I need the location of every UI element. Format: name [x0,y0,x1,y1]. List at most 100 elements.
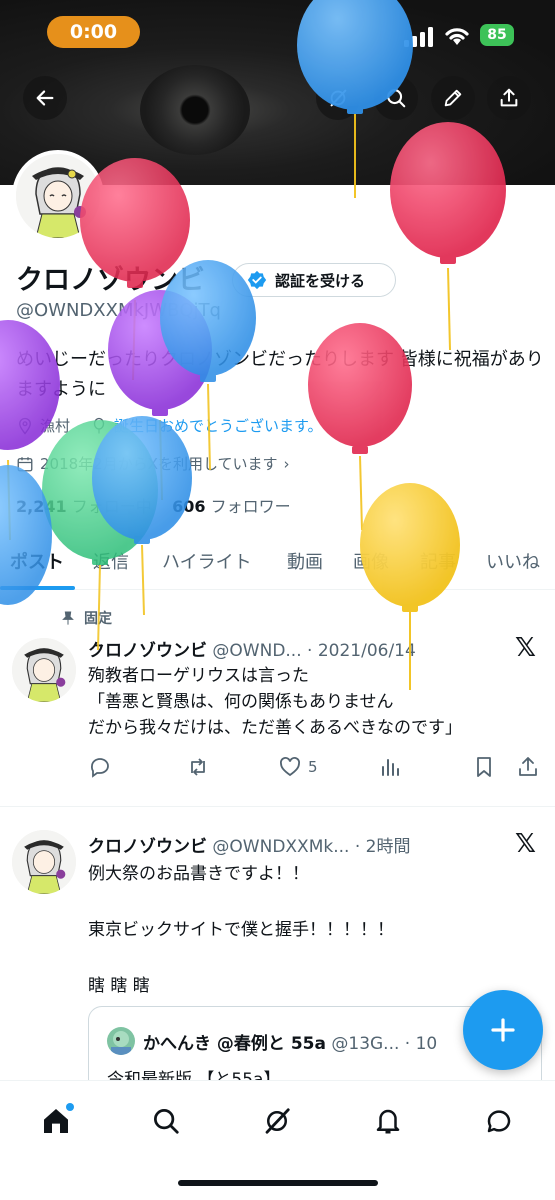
pinned-indicator: 固定 [60,608,112,628]
tab-images[interactable]: 画像 [353,548,389,574]
tweet-line: 殉教者ローゲリウスは言った [88,666,309,686]
tweet-author-name[interactable]: クロノゾウンビ [88,837,207,857]
reply-button[interactable] [88,755,112,779]
verified-badge-icon [247,270,267,290]
tweet-header: クロノゾウンビ @OWNDXXMk... · 2時間 [88,832,410,857]
battery-level: 85 [487,27,507,43]
edit-icon [444,89,462,107]
grok-icon [265,1108,290,1134]
views-button[interactable] [378,755,402,779]
wifi-icon [445,28,469,45]
balloon-icon [93,417,105,433]
follow-counts: 2,241 フォロー中 606 フォロワー [16,493,291,517]
tab-articles[interactable]: 記事 [420,548,456,574]
tweet-divider [0,806,555,807]
share-button[interactable] [487,76,531,120]
followers-link[interactable]: 606 フォロワー [172,497,291,516]
plus-icon [491,1018,515,1042]
following-link[interactable]: 2,241 フォロー中 [16,497,152,516]
status-bar: 0:00 85 [0,0,555,66]
tweet-header: クロノゾウンビ @OWND... · 2021/06/14 [88,636,416,661]
repost-button[interactable] [186,755,210,779]
share-icon [519,757,537,776]
grok-button[interactable] [316,76,360,120]
tweet-line: 「善悪と賢愚は、何の関係もありません [88,692,394,712]
home-indicator [178,1180,378,1186]
like-count: 5 [308,758,318,776]
signal-icon [404,27,433,47]
notification-dot [66,1103,74,1111]
verify-label: 認証を受ける [275,271,366,290]
tweet-line: 東京ビックサイトで僕と握手！！！！！ [88,920,394,940]
get-verified-button[interactable]: 認証を受ける [232,263,396,297]
bookmark-button[interactable] [472,755,496,779]
bookmark-icon [477,757,491,777]
tweet-actions: 5 [88,755,548,783]
messages-icon [487,1110,511,1133]
location-icon [19,417,31,435]
avatar-illustration [12,638,76,702]
search-icon [154,1109,179,1134]
tweet-avatar[interactable] [12,830,76,894]
tweet-line: 瞎 瞎 瞎 [88,976,150,996]
tab-posts[interactable]: ポスト [10,548,64,574]
nav-notifications[interactable] [368,1101,408,1141]
bell-icon [376,1109,400,1134]
profile-bio: めいじーだったりクロノゾンビだったりします 皆様に祝福がありますように [16,349,544,400]
quote-handle: @13G... · 10 [331,1034,438,1054]
profile-handle: @OWNDXXMkJWBQjTq [16,300,221,321]
tab-highlights[interactable]: ハイライト [162,548,252,574]
avatar-illustration [12,830,76,894]
tweet-line: 例大祭のお品書きですよ！！ [88,864,309,884]
calendar-icon [17,456,33,471]
grok-icon [330,89,347,107]
tweet-handle-time: @OWND... · 2021/06/14 [212,641,416,661]
like-button[interactable]: 5 [278,755,318,779]
banner-eye-image [140,65,250,155]
status-time[interactable]: 0:00 [47,16,140,48]
avatar-illustration [111,1031,131,1055]
edit-button[interactable] [431,76,475,120]
profile-avatar[interactable] [12,150,104,242]
tweet-avatar[interactable] [12,638,76,702]
share-icon [500,88,518,107]
share-tweet-button[interactable] [516,755,540,779]
quote-author-name: かへんき @春例と 55a [143,1034,326,1054]
search-icon [387,89,406,108]
profile-tabs: ポスト 返信 ハイライト 動画 画像 記事 いいね [0,538,555,590]
tweet-line: だから我々だけは、ただ善くあるべきなのです」 [88,718,462,738]
search-button[interactable] [374,76,418,120]
quote-header: かへんき @春例と 55a @13G... · 10 [143,1029,437,1054]
tab-replies[interactable]: 返信 [93,548,129,574]
tweet-text[interactable]: 例大祭のお品書きですよ！！ 東京ビックサイトで僕と握手！！！！！ 瞎 瞎 瞎 [88,860,394,1000]
birthday-link[interactable]: 誕生日おめでとうございます。 [114,415,323,436]
heart-icon [280,757,300,777]
chevron-right-icon: › [283,454,290,473]
joined-row[interactable]: 2018年2月からXを利用しています › [16,453,290,474]
nav-search[interactable] [146,1101,186,1141]
battery-indicator: 85 [480,24,514,46]
nav-messages[interactable] [479,1101,519,1141]
following-label: フォロー中 [71,497,152,516]
repost-icon [191,758,205,776]
profile-meta-row: 漁村 誕生日おめでとうございます。 [16,415,323,436]
joined-text: 2018年2月からXを利用しています [40,455,278,473]
x-logo-icon: 𝕏 [515,829,536,859]
tab-likes[interactable]: いいね [486,548,540,574]
nav-home[interactable] [36,1101,76,1141]
x-logo-icon: 𝕏 [515,633,536,663]
followers-label: フォロワー [210,497,291,516]
tweet-author-name[interactable]: クロノゾウンビ [88,641,207,661]
active-tab-indicator [0,586,75,590]
pin-icon [62,611,74,625]
nav-grok[interactable] [257,1101,297,1141]
tweet-text[interactable]: 殉教者ローゲリウスは言った「善悪と賢愚は、何の関係もありませんだから我々だけは、… [88,663,462,741]
tweet-handle-time: @OWNDXXMk... · 2時間 [212,837,411,857]
pinned-label: 固定 [84,611,112,627]
quote-avatar [107,1027,135,1055]
compose-button[interactable] [463,990,543,1070]
back-button[interactable] [23,76,67,120]
profile-name: クロノゾウンビ [16,265,205,296]
tab-videos[interactable]: 動画 [287,548,323,574]
arrow-left-icon [36,90,54,106]
